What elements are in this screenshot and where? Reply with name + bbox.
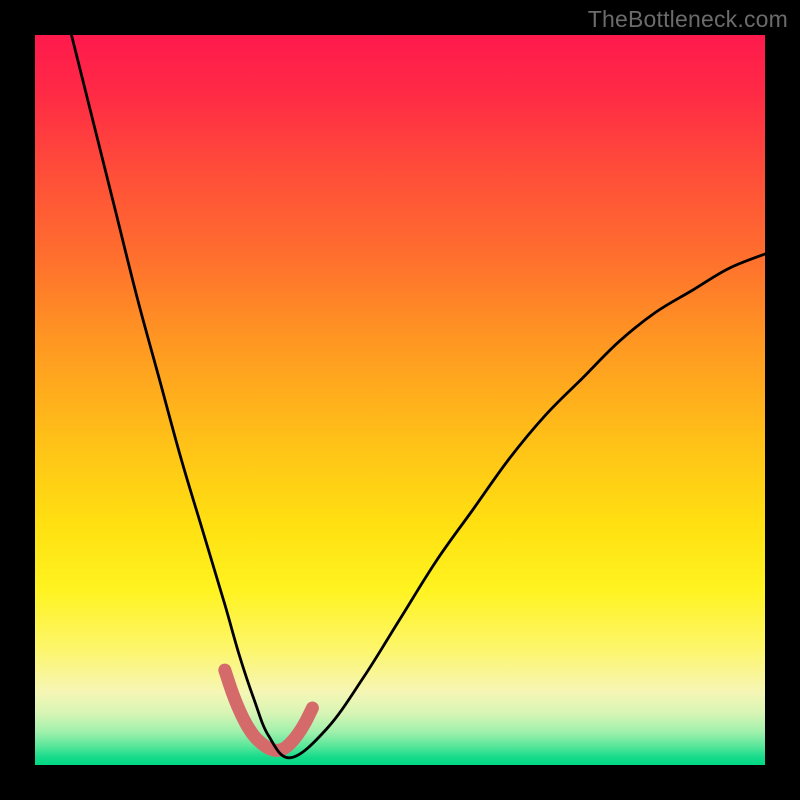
chart-frame: TheBottleneck.com [0,0,800,800]
bottleneck-curve-path [72,35,766,758]
curve-svg [35,35,765,765]
plot-area [35,35,765,765]
watermark-text: TheBottleneck.com [588,6,788,33]
